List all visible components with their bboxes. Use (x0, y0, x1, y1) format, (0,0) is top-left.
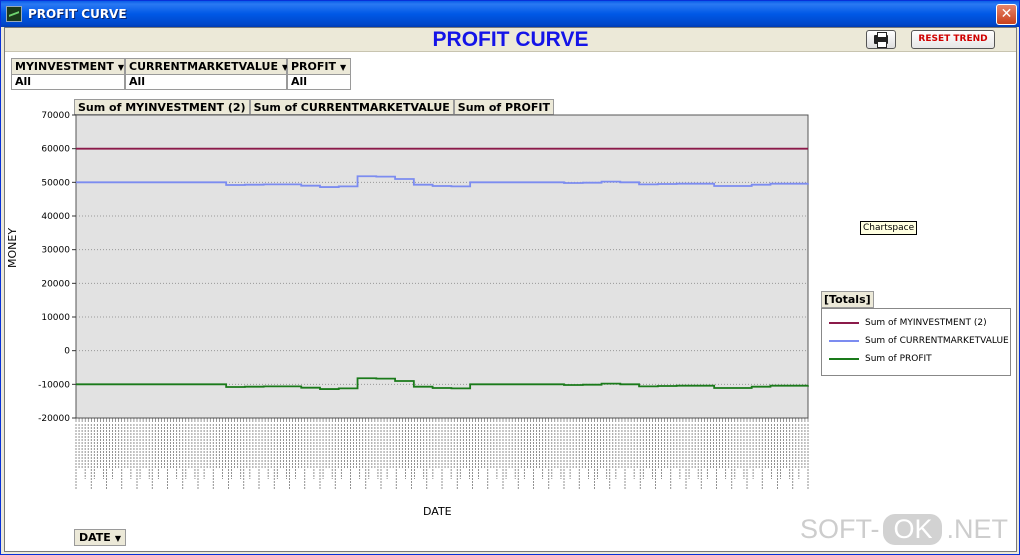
legend-swatch (829, 358, 859, 360)
y-tick-label: 0 (64, 347, 70, 357)
watermark: SOFT- OK .NET (800, 514, 1008, 545)
dropdown-arrow-icon[interactable]: ▼ (115, 534, 121, 543)
watermark-ok: OK (883, 514, 943, 545)
legend-item: Sum of PROFIT (822, 350, 1010, 368)
y-tick-label: 50000 (41, 178, 70, 188)
client-area: PROFIT CURVE RESET TREND MYINVESTMENT ▼ A… (4, 27, 1017, 552)
title-bar[interactable]: PROFIT CURVE ✕ (1, 1, 1019, 27)
y-tick-label: -20000 (38, 414, 70, 424)
y-tick-label: 60000 (41, 145, 70, 155)
close-button[interactable]: ✕ (996, 4, 1017, 25)
legend-swatch (829, 340, 859, 342)
chartspace-tooltip: Chartspace (860, 221, 918, 235)
watermark-left: SOFT- (799, 514, 880, 544)
app-window: PROFIT CURVE ✕ PROFIT CURVE RESET TREND … (0, 0, 1020, 555)
window-title: PROFIT CURVE (28, 7, 127, 21)
y-tick-label: 70000 (41, 111, 70, 121)
legend[interactable]: [Totals] Sum of MYINVESTMENT (2) Sum of … (821, 288, 1011, 376)
legend-label: Sum of PROFIT (865, 354, 932, 364)
watermark-right: .NET (946, 514, 1008, 544)
y-tick-label: 10000 (41, 313, 70, 323)
plot-area (75, 114, 809, 419)
legend-box: Sum of MYINVESTMENT (2) Sum of CURRENTMA… (821, 308, 1011, 376)
y-tick-label: -10000 (38, 380, 70, 390)
legend-item: Sum of CURRENTMARKETVALUE (822, 332, 1010, 350)
y-axis-label: MONEY (6, 227, 19, 268)
y-tick-label: 30000 (41, 246, 70, 256)
date-field-label: DATE (79, 531, 111, 544)
legend-item: Sum of MYINVESTMENT (2) (822, 314, 1010, 332)
legend-swatch (829, 322, 859, 324)
x-axis-label: DATE (423, 505, 452, 518)
legend-label: Sum of CURRENTMARKETVALUE (865, 336, 1009, 346)
legend-title[interactable]: [Totals] (821, 291, 874, 308)
y-tick-label: 40000 (41, 212, 70, 222)
legend-label: Sum of MYINVESTMENT (2) (865, 318, 987, 328)
y-tick-label: 20000 (41, 279, 70, 289)
chart-app-icon (6, 6, 22, 22)
date-field-button[interactable]: DATE ▼ (74, 529, 126, 546)
